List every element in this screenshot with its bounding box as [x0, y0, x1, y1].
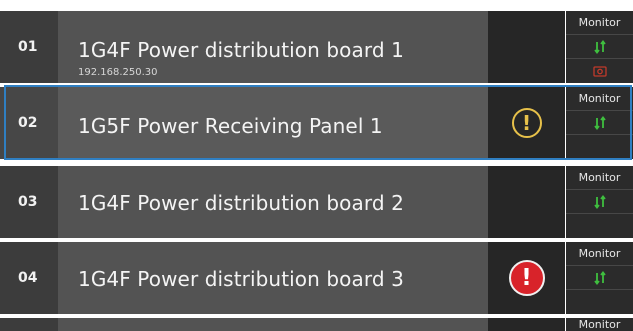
empty-cell	[566, 214, 633, 238]
panel-list: 01 1G4F Power distribution board 1 192.1…	[0, 0, 633, 331]
status-column: Monitor	[566, 87, 633, 159]
status-column: Monitor	[566, 166, 633, 238]
alert-area	[488, 11, 565, 83]
panel-name: 1G4F Power distribution board 1	[78, 38, 404, 62]
panel-row-05[interactable]: Monitor	[0, 318, 633, 331]
panel-row-02[interactable]: 02 1G5F Power Receiving Panel 1 ! Monito…	[0, 87, 633, 159]
status-column: Monitor	[566, 318, 633, 331]
panel-name-area: 1G4F Power distribution board 3	[58, 242, 488, 314]
alert-area	[488, 166, 565, 238]
panel-number: 02	[0, 87, 58, 159]
comm-cell	[566, 111, 633, 135]
monitor-label: Monitor	[578, 247, 621, 260]
monitor-cell[interactable]: Monitor	[566, 242, 633, 266]
panel-row-03[interactable]: 03 1G4F Power distribution board 2 Monit…	[0, 166, 633, 238]
panel-number: 01	[0, 11, 58, 83]
camera-icon	[592, 66, 607, 77]
panel-number	[0, 318, 58, 331]
status-column: Monitor	[566, 11, 633, 83]
monitor-label: Monitor	[578, 92, 621, 105]
panel-name: 1G5F Power Receiving Panel 1	[78, 114, 383, 138]
warning-icon[interactable]: !	[511, 108, 542, 138]
comm-arrows-icon	[593, 270, 606, 285]
panel-name: 1G4F Power distribution board 3	[78, 267, 404, 291]
panel-name: 1G4F Power distribution board 2	[78, 191, 404, 215]
empty-cell	[566, 290, 633, 314]
monitor-cell[interactable]: Monitor	[566, 11, 633, 35]
comm-cell	[566, 35, 633, 59]
camera-cell[interactable]	[566, 59, 633, 83]
comm-arrows-icon	[593, 115, 606, 130]
panel-ip-address: 192.168.250.30	[78, 67, 158, 78]
panel-name-area: 1G4F Power distribution board 2	[58, 166, 488, 238]
panel-row-04[interactable]: 04 1G4F Power distribution board 3 ! Mon…	[0, 242, 633, 314]
status-column: Monitor	[566, 242, 633, 314]
panel-name-area	[58, 318, 488, 331]
alert-area: !	[488, 87, 565, 159]
panel-number: 04	[0, 242, 58, 314]
comm-arrows-icon	[593, 194, 606, 209]
panel-name-area: 1G5F Power Receiving Panel 1	[58, 87, 488, 159]
comm-cell	[566, 190, 633, 214]
empty-cell	[566, 135, 633, 159]
panel-name-area: 1G4F Power distribution board 1 192.168.…	[58, 11, 488, 83]
comm-cell	[566, 266, 633, 290]
panel-number: 03	[0, 166, 58, 238]
monitor-label: Monitor	[578, 16, 621, 29]
alert-area: !	[488, 242, 565, 314]
panel-row-01[interactable]: 01 1G4F Power distribution board 1 192.1…	[0, 11, 633, 83]
alert-area	[488, 318, 565, 331]
monitor-label: Monitor	[578, 318, 621, 331]
comm-arrows-icon	[593, 39, 606, 54]
monitor-label: Monitor	[578, 171, 621, 184]
error-icon[interactable]: !	[508, 260, 545, 296]
monitor-cell[interactable]: Monitor	[566, 87, 633, 111]
monitor-cell[interactable]: Monitor	[566, 166, 633, 190]
monitor-cell[interactable]: Monitor	[566, 318, 633, 331]
